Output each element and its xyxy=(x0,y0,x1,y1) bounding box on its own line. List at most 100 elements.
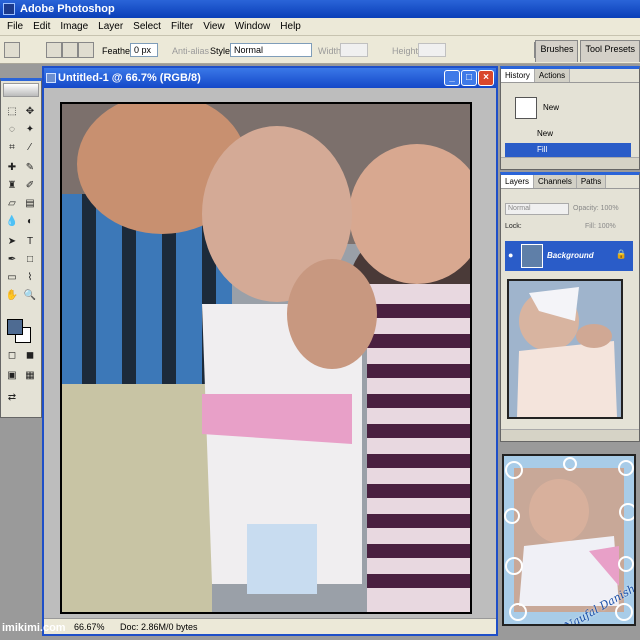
menu-image[interactable]: Image xyxy=(55,18,93,35)
history-item-fill[interactable]: Fill xyxy=(505,143,631,157)
zoom-level[interactable]: 66.67% xyxy=(74,619,105,635)
document-status-bar: 66.67% Doc: 2.86M/0 bytes xyxy=(44,618,496,634)
menu-view[interactable]: View xyxy=(198,18,230,35)
fill-label: Fill: 100% xyxy=(585,223,616,230)
type-tool-icon[interactable]: T xyxy=(23,235,37,249)
history-brush-icon[interactable]: ✐ xyxy=(23,179,37,193)
document-title: Untitled-1 @ 66.7% (RGB/8) xyxy=(58,72,201,84)
path-select-icon[interactable]: ➤ xyxy=(5,235,19,249)
tab-layers[interactable]: Layers xyxy=(501,175,535,188)
marquee-tool-icon[interactable]: ⬚ xyxy=(5,105,19,119)
marquee-preset-icon[interactable] xyxy=(4,42,20,58)
tab-tool-presets[interactable]: Tool Presets xyxy=(580,40,640,62)
title-bar: Adobe Photoshop xyxy=(0,0,640,18)
fill-value[interactable]: 100% xyxy=(598,223,616,230)
menu-edit[interactable]: Edit xyxy=(28,18,55,35)
blur-tool-icon[interactable]: 💧 xyxy=(5,215,19,229)
menu-layer[interactable]: Layer xyxy=(93,18,128,35)
eyedropper-icon[interactable]: ⌇ xyxy=(23,271,37,285)
tab-brushes[interactable]: Brushes xyxy=(535,40,579,62)
gradient-tool-icon[interactable]: ▤ xyxy=(23,197,37,211)
history-snapshot-thumbnail[interactable] xyxy=(515,97,537,119)
close-button[interactable]: × xyxy=(478,70,494,86)
eye-icon[interactable]: ● xyxy=(508,250,513,260)
fullscreen-mode-icon[interactable]: ▦ xyxy=(23,369,37,383)
opacity-value[interactable]: 100% xyxy=(601,205,619,212)
canvas-area[interactable] xyxy=(44,88,496,618)
family-photo-image xyxy=(62,104,470,612)
add-selection-icon[interactable] xyxy=(62,42,78,58)
layers-tabs: Layers Channels Paths xyxy=(501,175,639,189)
tab-history[interactable]: History xyxy=(501,69,535,82)
adobe-feather-icon[interactable] xyxy=(3,83,39,97)
pen-tool-icon[interactable]: ✒ xyxy=(5,253,19,267)
quick-mask-icon[interactable]: ◼ xyxy=(23,349,37,363)
height-input[interactable] xyxy=(418,43,446,57)
new-selection-icon[interactable] xyxy=(46,42,62,58)
eraser-tool-icon[interactable]: ▱ xyxy=(5,197,19,211)
tab-paths[interactable]: Paths xyxy=(576,175,607,188)
tab-channels[interactable]: Channels xyxy=(534,175,577,188)
app-title: Adobe Photoshop xyxy=(20,3,115,15)
move-tool-icon[interactable]: ✥ xyxy=(23,105,37,119)
decorated-frame-photo: Naufal Danish Arsy xyxy=(502,454,636,626)
photoshop-window: Adobe Photoshop File Edit Image Layer Se… xyxy=(0,0,640,640)
antialias-checkbox[interactable]: Anti-alias xyxy=(172,46,209,56)
intersect-selection-icon[interactable] xyxy=(78,42,94,58)
history-footer xyxy=(501,157,639,169)
layer-row-background[interactable]: ● Background 🔒 xyxy=(505,241,633,271)
zoom-tool-icon[interactable]: 🔍 xyxy=(23,289,37,303)
history-item-new[interactable]: New xyxy=(505,127,631,141)
menu-file[interactable]: File xyxy=(2,18,28,35)
feather-input[interactable]: 0 px xyxy=(130,43,158,57)
dodge-tool-icon[interactable]: ◐ xyxy=(23,215,37,229)
notes-tool-icon[interactable]: ▭ xyxy=(5,271,19,285)
canvas-photo[interactable] xyxy=(60,102,472,614)
style-select[interactable]: Normal xyxy=(230,43,312,57)
healing-brush-icon[interactable]: ✚ xyxy=(5,161,19,175)
layer-name: Background xyxy=(547,251,594,260)
layer-thumbnail xyxy=(521,244,543,268)
clone-stamp-icon[interactable]: ♜ xyxy=(5,179,19,193)
document-icon xyxy=(46,73,56,83)
height-label: Height: xyxy=(392,46,421,56)
tab-actions[interactable]: Actions xyxy=(534,69,571,82)
minimize-button[interactable]: _ xyxy=(444,70,460,86)
opacity-label: Opacity: 100% xyxy=(573,205,619,212)
brush-tool-icon[interactable]: ✎ xyxy=(23,161,37,175)
watermark-logo: imikimi.com xyxy=(2,622,66,634)
menu-bar: File Edit Image Layer Select Filter View… xyxy=(0,18,640,36)
photoshop-icon xyxy=(3,3,15,15)
menu-help[interactable]: Help xyxy=(275,18,306,35)
standard-mode-icon[interactable]: ◻ xyxy=(5,349,19,363)
document-window: Untitled-1 @ 66.7% (RGB/8) _ □ × 66.67% … xyxy=(42,66,498,636)
layers-footer xyxy=(501,429,639,441)
foreground-color-swatch[interactable] xyxy=(7,319,23,335)
crop-tool-icon[interactable]: ⌗ xyxy=(5,141,19,155)
shape-tool-icon[interactable]: □ xyxy=(23,253,37,267)
lock-label: Lock: xyxy=(505,223,522,230)
doc-info[interactable]: Doc: 2.86M/0 bytes xyxy=(120,619,198,635)
hand-tool-icon[interactable]: ✋ xyxy=(5,289,19,303)
screen-mode-icon[interactable]: ▣ xyxy=(5,369,19,383)
tool-palette: ⬚ ✥ ◌ ✦ ⌗ ⁄ ✚ ✎ ♜ ✐ ▱ ▤ 💧 ◐ ➤ T ✒ □ ▭ ⌇ … xyxy=(0,78,42,418)
layers-palette: Layers Channels Paths Normal Opacity: 10… xyxy=(500,172,640,442)
menu-window[interactable]: Window xyxy=(230,18,276,35)
lock-icon: 🔒 xyxy=(615,249,627,259)
history-tabs: History Actions xyxy=(501,69,639,83)
slice-tool-icon[interactable]: ⁄ xyxy=(23,141,37,155)
blend-mode-select[interactable]: Normal xyxy=(505,203,569,215)
imageready-icon[interactable]: ⇄ xyxy=(5,391,19,405)
maximize-button[interactable]: □ xyxy=(461,70,477,86)
history-palette: History Actions New New Fill xyxy=(500,66,640,170)
magic-wand-icon[interactable]: ✦ xyxy=(23,123,37,137)
document-title-bar[interactable]: Untitled-1 @ 66.7% (RGB/8) _ □ × xyxy=(44,68,496,88)
lasso-tool-icon[interactable]: ◌ xyxy=(5,123,19,137)
snapshot-label[interactable]: New xyxy=(543,103,559,112)
palette-well: Brushes Tool Presets xyxy=(533,40,640,62)
sleeping-baby-image xyxy=(509,281,621,417)
menu-filter[interactable]: Filter xyxy=(166,18,198,35)
baby-inset-photo xyxy=(507,279,623,419)
menu-select[interactable]: Select xyxy=(128,18,166,35)
width-input[interactable] xyxy=(340,43,368,57)
